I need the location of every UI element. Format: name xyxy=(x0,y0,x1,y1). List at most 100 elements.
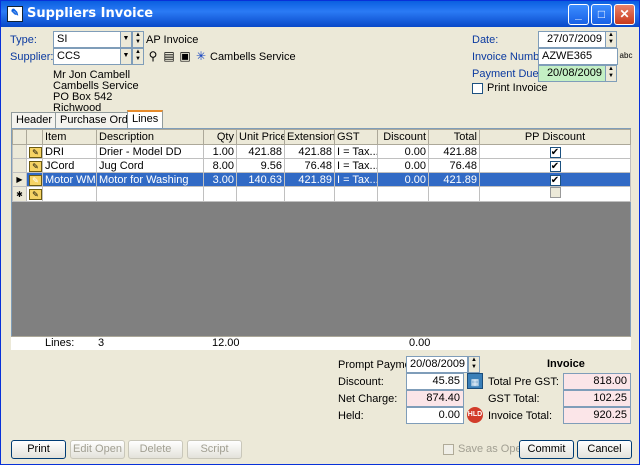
close-button[interactable]: ✕ xyxy=(614,4,635,25)
cell-qty[interactable]: 8.00 xyxy=(203,158,237,173)
cell-discount[interactable] xyxy=(377,186,429,202)
col-pp-discount[interactable]: PP Discount xyxy=(479,129,631,145)
col-qty[interactable]: Qty xyxy=(203,129,237,145)
current-row-pointer-icon[interactable]: ▶ xyxy=(12,172,27,187)
supplier-dropdown-button[interactable]: ▼ xyxy=(120,48,132,65)
cell-unit-price[interactable]: 9.56 xyxy=(236,158,285,173)
row-icon[interactable]: ✎ xyxy=(26,186,43,202)
cell-extension[interactable]: 421.89 xyxy=(284,172,335,187)
cell-extension[interactable]: 421.88 xyxy=(284,144,335,159)
col-total[interactable]: Total xyxy=(428,129,480,145)
cell-total[interactable]: 421.88 xyxy=(428,144,480,159)
payment-due-spinner[interactable]: ▲ ▼ xyxy=(605,65,617,82)
cell-gst[interactable]: I = Tax... xyxy=(334,158,378,173)
held-input[interactable]: 0.00 xyxy=(406,407,464,424)
cell-gst[interactable]: I = Tax... xyxy=(334,172,378,187)
cell-gst[interactable] xyxy=(334,186,378,202)
cell-total[interactable]: 76.48 xyxy=(428,158,480,173)
cell-unit-price[interactable] xyxy=(236,186,285,202)
maximize-button[interactable]: □ xyxy=(591,4,612,25)
hold-stop-icon[interactable]: HLD xyxy=(467,407,483,423)
new-row-asterisk-icon[interactable]: ✱ xyxy=(12,186,27,202)
invoice-number-input[interactable]: AZWE365 xyxy=(538,48,618,65)
title-bar[interactable]: ✎ Suppliers Invoice _ □ ✕ xyxy=(1,1,639,27)
col-extension[interactable]: Extension xyxy=(284,129,335,145)
print-invoice-checkbox[interactable] xyxy=(472,83,483,94)
prompt-payment-spinner[interactable]: ▲ ▼ xyxy=(468,356,480,373)
cell-item[interactable]: DRI xyxy=(42,144,97,159)
save-as-open-checkbox[interactable] xyxy=(443,444,454,455)
cell-item[interactable]: Motor WM xyxy=(42,172,97,187)
table-row[interactable]: ✎ JCord Jug Cord 8.00 9.56 76.48 I = Tax… xyxy=(12,158,631,173)
type-input[interactable]: SI xyxy=(53,31,121,48)
supplier-input[interactable]: CCS xyxy=(53,48,121,65)
minimize-button[interactable]: _ xyxy=(568,4,589,25)
folder-icon[interactable]: ▣ xyxy=(177,48,193,64)
row-header[interactable] xyxy=(12,144,27,159)
binoculars-icon[interactable]: ⚲ xyxy=(145,48,161,64)
pp-discount-checkbox[interactable]: ✔ xyxy=(549,146,561,158)
cell-pp-discount[interactable]: ✔ xyxy=(479,158,631,173)
pp-discount-checkbox[interactable]: ✔ xyxy=(549,174,561,186)
cell-pp-discount[interactable]: ✔ xyxy=(479,144,631,159)
lines-grid[interactable]: Item Description Qty Unit Price Extensio… xyxy=(11,128,631,349)
date-input[interactable]: 27/07/2009 xyxy=(538,31,606,48)
total-pre-gst-value: 818.00 xyxy=(563,373,631,390)
gst-total-value: 102.25 xyxy=(563,390,631,407)
row-icon[interactable]: ✎ xyxy=(26,172,43,187)
col-description[interactable]: Description xyxy=(96,129,204,145)
cell-pp-discount[interactable] xyxy=(479,186,631,202)
row-icon[interactable]: ✎ xyxy=(26,158,43,173)
cell-description[interactable] xyxy=(96,186,204,202)
payment-due-input[interactable]: 20/08/2009 xyxy=(538,65,606,82)
abc-icon[interactable]: abc xyxy=(618,48,634,64)
print-button[interactable]: Print xyxy=(11,440,66,459)
cell-qty[interactable]: 1.00 xyxy=(203,144,237,159)
tab-lines[interactable]: Lines xyxy=(127,110,164,129)
discount-input[interactable]: 45.85 xyxy=(406,373,464,390)
cell-qty[interactable]: 3.00 xyxy=(203,172,237,187)
type-spinner[interactable]: ▲ ▼ xyxy=(132,31,144,48)
tab-header[interactable]: Header xyxy=(11,112,58,128)
cell-total[interactable]: 421.89 xyxy=(428,172,480,187)
new-row[interactable]: ✱ ✎ xyxy=(12,186,631,202)
calculator-icon[interactable]: ▦ xyxy=(467,373,483,389)
cell-item[interactable] xyxy=(42,186,97,202)
pp-discount-checkbox[interactable]: ✔ xyxy=(549,160,561,172)
script-button[interactable]: Script xyxy=(187,440,242,459)
prompt-payment-input[interactable]: 20/08/2009 xyxy=(406,356,468,373)
cell-description[interactable]: Jug Cord xyxy=(96,158,204,173)
type-dropdown-button[interactable]: ▼ xyxy=(120,31,132,48)
cell-discount[interactable]: 0.00 xyxy=(377,158,429,173)
cell-extension[interactable]: 76.48 xyxy=(284,158,335,173)
cell-pp-discount[interactable]: ✔ xyxy=(479,172,631,187)
cell-gst[interactable]: I = Tax... xyxy=(334,144,378,159)
cell-unit-price[interactable]: 421.88 xyxy=(236,144,285,159)
table-row-selected[interactable]: ▶ ✎ Motor WM Motor for Washing 3.00 140.… xyxy=(12,172,631,187)
cell-qty[interactable] xyxy=(203,186,237,202)
delete-button[interactable]: Delete xyxy=(128,440,183,459)
cell-description[interactable]: Drier - Model DD xyxy=(96,144,204,159)
table-row[interactable]: ✎ DRI Drier - Model DD 1.00 421.88 421.8… xyxy=(12,144,631,159)
edit-open-button[interactable]: Edit Open xyxy=(70,440,125,459)
new-record-icon[interactable]: ✳ xyxy=(193,48,209,64)
cell-extension[interactable] xyxy=(284,186,335,202)
col-unit-price[interactable]: Unit Price xyxy=(236,129,285,145)
col-discount[interactable]: Discount xyxy=(377,129,429,145)
supplier-spinner[interactable]: ▲ ▼ xyxy=(132,48,144,65)
col-item[interactable]: Item xyxy=(42,129,97,145)
date-spinner[interactable]: ▲ ▼ xyxy=(605,31,617,48)
pp-discount-checkbox[interactable] xyxy=(549,187,561,198)
cell-discount[interactable]: 0.00 xyxy=(377,172,429,187)
row-icon[interactable]: ✎ xyxy=(26,144,43,159)
cell-discount[interactable]: 0.00 xyxy=(377,144,429,159)
cancel-button[interactable]: Cancel xyxy=(577,440,632,459)
card-file-icon[interactable]: ▤ xyxy=(161,48,177,64)
row-header[interactable] xyxy=(12,158,27,173)
col-gst[interactable]: GST xyxy=(334,129,378,145)
cell-unit-price[interactable]: 140.63 xyxy=(236,172,285,187)
cell-description[interactable]: Motor for Washing xyxy=(96,172,204,187)
commit-button[interactable]: Commit xyxy=(519,440,574,459)
cell-item[interactable]: JCord xyxy=(42,158,97,173)
cell-total[interactable] xyxy=(428,186,480,202)
